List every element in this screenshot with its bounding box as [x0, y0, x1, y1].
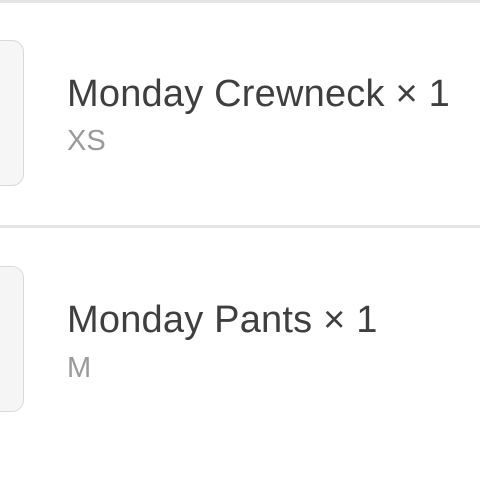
cart-item[interactable]: Monday Pants × 1 M [0, 258, 480, 412]
top-divider [0, 0, 480, 3]
item-size: XS [67, 125, 106, 157]
crewneck-image-icon [0, 41, 24, 186]
crewneck-thumbnail[interactable] [0, 40, 24, 186]
item-divider [0, 225, 480, 228]
pants-thumbnail[interactable] [0, 266, 24, 412]
cart-items-screen: Monday Crewneck × 1 XS Monday Pants × 1 … [0, 0, 480, 480]
cart-item[interactable]: Monday Crewneck × 1 XS [0, 30, 480, 186]
pants-image-icon [0, 267, 23, 411]
item-title[interactable]: Monday Pants × 1 [67, 298, 378, 342]
item-size: M [67, 352, 92, 384]
item-title[interactable]: Monday Crewneck × 1 [67, 72, 450, 116]
